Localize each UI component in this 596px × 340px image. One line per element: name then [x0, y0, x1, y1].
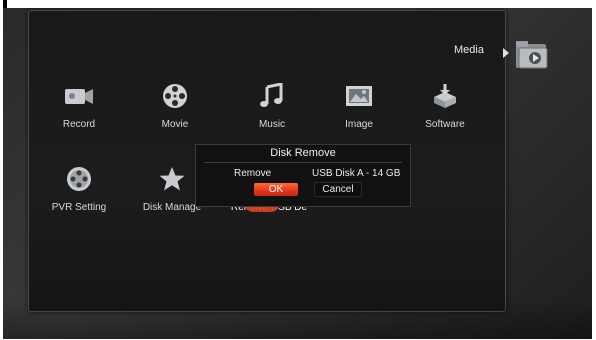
- menu-item-label: Software: [425, 119, 465, 130]
- dialog-row-value: USB Disk A - 14 GB: [312, 168, 401, 179]
- menu-item-label: PVR Setting: [51, 202, 107, 213]
- disk-remove-dialog: Disk Remove Remove USB Disk A - 14 GB OK…: [195, 144, 411, 207]
- menu-item-pvr-setting[interactable]: PVR Setting: [34, 166, 124, 213]
- star-icon: [159, 167, 185, 191]
- menu-item-movie[interactable]: Movie: [130, 83, 220, 130]
- dialog-row-label: Remove: [234, 168, 272, 179]
- section-title: Media: [454, 44, 484, 56]
- software-install-icon: [434, 84, 456, 108]
- menu-item-label: Record: [62, 119, 96, 130]
- menu-item-music[interactable]: Music: [227, 83, 317, 130]
- camera-icon: [65, 89, 93, 104]
- picture-icon: [346, 86, 372, 106]
- section-arrow-icon: [503, 48, 509, 58]
- ok-button[interactable]: OK: [254, 183, 298, 196]
- top-edge-mark: [3, 0, 7, 8]
- dialog-divider: [204, 162, 402, 163]
- music-note-icon: [260, 83, 283, 107]
- media-folder-icon: [516, 41, 548, 69]
- menu-item-image[interactable]: Image: [314, 83, 404, 130]
- menu-item-label: Music: [258, 119, 286, 130]
- menu-item-record[interactable]: Record: [34, 83, 124, 130]
- dialog-title: Disk Remove: [270, 147, 336, 159]
- cancel-button[interactable]: Cancel: [314, 182, 362, 197]
- film-reel-icon: [163, 84, 187, 108]
- tv-screen: Media Record Movie Music Image Software …: [3, 8, 592, 339]
- menu-item-software[interactable]: Software: [400, 83, 490, 130]
- pvr-reel-icon: [67, 167, 91, 191]
- menu-item-label: Movie: [161, 119, 189, 130]
- menu-item-label: Image: [345, 119, 373, 130]
